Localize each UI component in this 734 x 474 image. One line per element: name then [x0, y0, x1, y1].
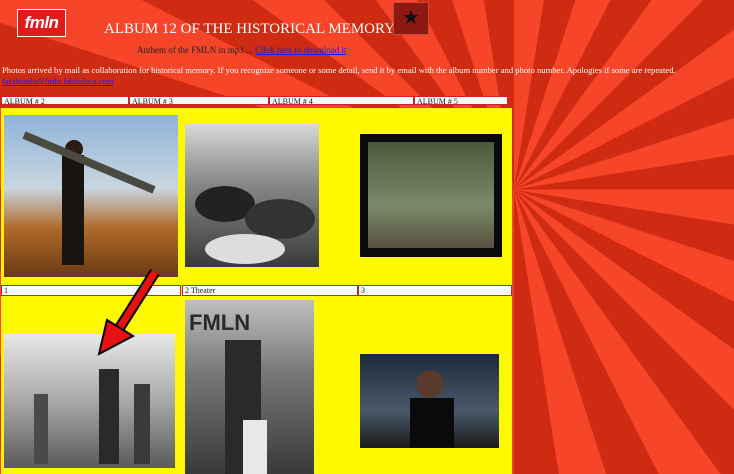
email-link[interactable]: farabundo@fmln.fabiodeca.com	[2, 76, 113, 86]
album-link-5[interactable]: ALBUM # 5	[414, 96, 508, 106]
star-badge-icon: ★	[393, 2, 429, 35]
page-title: ALBUM 12 OF THE HISTORICAL MEMORY	[104, 21, 395, 37]
anthem-text: Anthem of the FMLN in mp3 ...	[137, 45, 255, 55]
photo-6[interactable]	[360, 354, 499, 448]
fmln-guerrillas-photo: FMLN	[189, 310, 267, 474]
guerrilla-youths-photo	[368, 142, 494, 248]
svg-text:FMLN: FMLN	[189, 310, 250, 335]
intro-text: Photos arrived by mail as collaboration …	[2, 65, 676, 75]
photo-5[interactable]: FMLN	[185, 300, 314, 474]
photo-2[interactable]	[185, 124, 319, 267]
album-link-3[interactable]: ALBUM # 3	[129, 96, 269, 106]
young-fighters-photo	[410, 370, 454, 448]
download-anthem-link[interactable]: Click here to download it	[255, 45, 346, 55]
photo-3[interactable]	[360, 134, 502, 257]
album-link-2[interactable]: ALBUM # 2	[1, 96, 129, 106]
soldier-with-rocket-launcher-photo	[22, 131, 156, 265]
red-arrow-icon	[97, 269, 160, 356]
fmln-logo[interactable]: fmln	[17, 9, 66, 37]
album-link-4[interactable]: ALBUM # 4	[269, 96, 414, 106]
crowd-sitting-photo	[195, 186, 315, 264]
photo-2-caption: 2 Theater	[182, 285, 358, 296]
photo-3-caption: 3	[358, 285, 512, 296]
intro-paragraph: Photos arrived by mail as collaboration …	[2, 65, 722, 87]
anthem-line: Anthem of the FMLN in mp3 ... Click here…	[137, 45, 346, 55]
photo-1[interactable]	[4, 115, 178, 277]
